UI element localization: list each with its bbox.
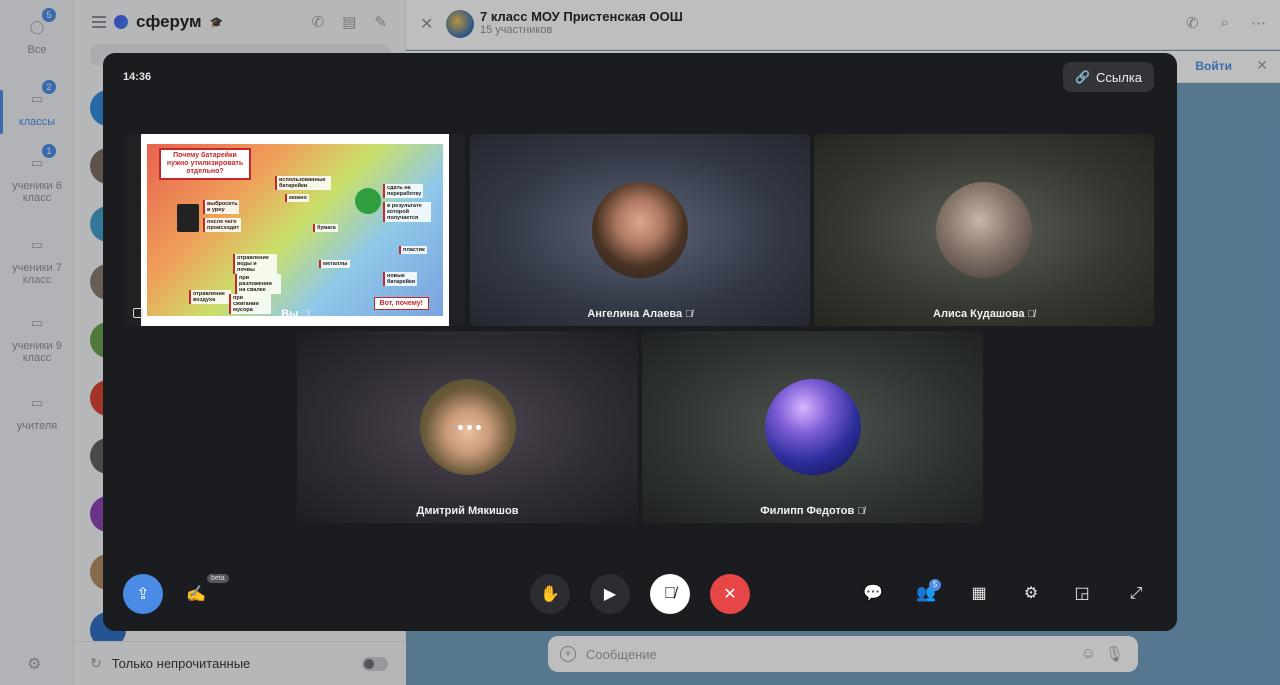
layout-icon[interactable]: ▦ [966,582,992,606]
participant-name: Дмитрий Мякишов [297,505,638,517]
slide-label: сдать на переработку [383,184,423,198]
end-call-button[interactable]: ✕ [710,574,750,614]
slide-background: Почему батарейки нужно утилизировать отд… [147,144,443,316]
call-time: 14:36 [123,71,152,83]
slide-label: в результате которой получается [383,202,431,222]
mic-off-icon: 🎙̸ [1027,309,1035,320]
participant-avatar [592,182,688,278]
participant-tile[interactable]: Ангелина Алаева 🎙̸ [470,134,810,326]
trash-bin-icon [177,204,199,232]
hand-icon: ✋ [540,586,560,603]
video-call-window: 14:36 🔗 Ссылка Почему батарейки нужно ут… [103,53,1177,631]
slide-label: после чего происходит [203,218,241,232]
participant-avatar [764,379,861,475]
slide-label: отравление воздуха [189,290,231,304]
participant-name-text: Филипп Федотов [760,505,855,517]
participant-name-text: Ангелина Алаева [587,308,683,320]
camera-toggle-button[interactable]: ▶ [590,574,630,614]
mic-off-icon: 🎙̸ [301,309,309,320]
participant-avatar [936,182,1032,278]
slide-label: бумага [313,224,338,232]
magic-wand-icon: ✍ [186,586,206,603]
fullscreen-icon[interactable]: ⤢ [1123,582,1149,606]
participant-name: Ангелина Алаева 🎙̸ [470,308,810,320]
copy-link-label: Ссылка [1095,69,1142,85]
raise-hand-button[interactable]: ✋ [530,574,570,614]
participant-tile[interactable]: Филипп Федотов 🎙̸ [642,331,983,523]
slide-label: металлы [319,260,350,268]
picture-in-picture-icon[interactable]: ◲ [1069,582,1095,606]
slide-title: Почему батарейки нужно утилизировать отд… [159,148,251,180]
participant-name-text: Алиса Кудашова [933,308,1025,320]
slide-label: при разложении на свалке [235,274,281,294]
participant-tile[interactable]: Алиса Кудашова 🎙̸ [814,134,1154,326]
participant-name: Вы 🎙̸ [125,308,465,320]
participants-count-badge: 5 [929,579,941,591]
participant-name: Алиса Кудашова 🎙̸ [814,308,1154,320]
gear-icon[interactable]: ⚙ [1018,582,1044,606]
recycle-icon [355,188,381,214]
upload-icon: ⇪ [136,586,150,603]
slide-label: выбросить в урну [203,200,239,214]
mic-off-icon: 🎙̸ [685,309,693,320]
presentation-slide: Почему батарейки нужно утилизировать отд… [141,134,449,326]
chat-icon[interactable]: 💬 [860,582,886,606]
screen-share-button[interactable]: ⇪ [123,574,163,614]
slide-label: можно [285,194,309,202]
slide-label: отравление воды и почвы [233,254,277,274]
slide-label: пластик [399,246,427,254]
mic-off-icon: 🎙̸ [664,585,676,602]
participant-name-text: Дмитрий Мякишов [416,505,519,517]
slide-label: использованные батарейки [275,176,331,190]
participant-tile[interactable]: Дмитрий Мякишов [297,331,638,523]
close-icon: ✕ [723,586,737,603]
participant-avatar [419,379,516,475]
camera-icon: ▶ [603,586,617,603]
microphone-toggle-button[interactable]: 🎙̸ [650,574,690,614]
link-icon: 🔗 [1075,70,1090,84]
participant-name: Филипп Федотов 🎙̸ [642,505,983,517]
speaking-indicator [457,425,481,430]
beta-badge: beta [207,574,229,583]
self-name: Вы [281,308,299,320]
slide-label: новые батарейки [383,272,417,286]
copy-link-button[interactable]: 🔗 Ссылка [1063,62,1154,92]
mic-off-icon: 🎙̸ [857,506,865,517]
self-screen-share-tile[interactable]: Почему батарейки нужно утилизировать отд… [125,134,465,326]
